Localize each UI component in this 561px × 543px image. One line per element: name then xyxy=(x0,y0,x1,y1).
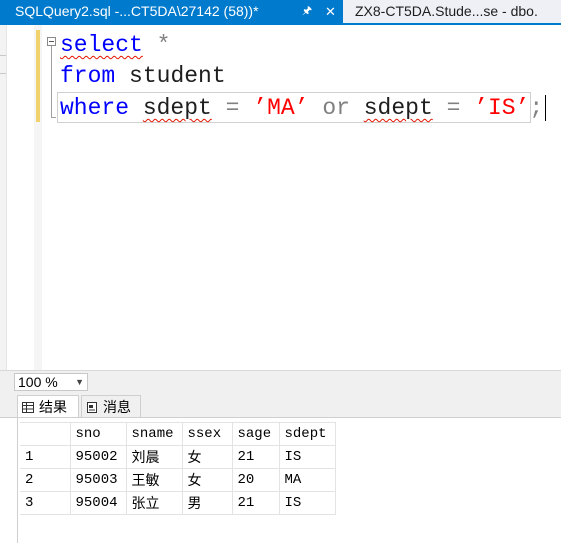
close-icon[interactable]: ✕ xyxy=(325,0,336,23)
cell-sage[interactable]: 21 xyxy=(231,491,280,515)
column-header-sdept[interactable]: sdept xyxy=(278,422,336,446)
outline-line xyxy=(51,46,52,118)
tab-results-label: 结果 xyxy=(39,400,67,416)
results-grid[interactable]: sno sname ssex sage sdept 1 95002 刘晨 女 2… xyxy=(20,422,336,515)
tab-sqlquery2-label: SQLQuery2.sql -...CT5DA\27142 (58))* xyxy=(15,3,259,19)
results-grid-area: sno sname ssex sage sdept 1 95002 刘晨 女 2… xyxy=(0,418,561,543)
cell-sno[interactable]: 95004 xyxy=(69,491,127,515)
keyword-from: from xyxy=(60,63,116,89)
text-cursor xyxy=(545,94,547,121)
tab-results[interactable]: 结果 xyxy=(17,395,79,417)
table-name: student xyxy=(129,63,226,89)
keyword-where: where xyxy=(60,95,130,121)
keyword-or: or xyxy=(322,95,350,121)
string-literal: ’IS’ xyxy=(474,95,530,121)
cell-ssex[interactable]: 男 xyxy=(181,491,233,515)
tab-sqlquery2[interactable]: SQLQuery2.sql -...CT5DA\27142 (58))* 🖈 ✕ xyxy=(0,0,343,23)
cell-sname[interactable]: 刘晨 xyxy=(125,445,183,469)
tab-student-table[interactable]: ZX8-CT5DA.Stude...se - dbo. xyxy=(345,0,561,23)
column-header-sno[interactable]: sno xyxy=(69,422,127,446)
operator-equals: = xyxy=(446,95,461,121)
header-row: sno sname ssex sage sdept xyxy=(20,422,336,446)
cell-sdept[interactable]: MA xyxy=(278,468,336,492)
column-header-ssex[interactable]: ssex xyxy=(181,422,233,446)
query-editor[interactable]: select * from student where sdept = ’MA’… xyxy=(0,25,561,370)
keyword-select: select xyxy=(60,32,143,58)
column-sdept: sdept xyxy=(363,95,433,121)
tab-messages-label: 消息 xyxy=(103,400,131,416)
edge-mark xyxy=(0,73,6,74)
zoom-value: 100 % xyxy=(18,374,58,390)
code-line-2: from student xyxy=(60,61,226,91)
cell-sdept[interactable]: IS xyxy=(278,491,336,515)
cell-ssex[interactable]: 女 xyxy=(181,445,233,469)
row-header-corner[interactable] xyxy=(20,422,71,446)
code-line-1: select * xyxy=(60,30,170,60)
row-number[interactable]: 2 xyxy=(20,468,71,492)
cell-sage[interactable]: 21 xyxy=(231,445,280,469)
cell-sno[interactable]: 95002 xyxy=(69,445,127,469)
row-number[interactable]: 1 xyxy=(20,445,71,469)
document-tab-bar: SQLQuery2.sql -...CT5DA\27142 (58))* 🖈 ✕… xyxy=(0,0,561,25)
table-row[interactable]: 1 95002 刘晨 女 21 IS xyxy=(20,445,336,469)
cell-sno[interactable]: 95003 xyxy=(69,468,127,492)
change-indicator-bar xyxy=(36,30,40,122)
cell-ssex[interactable]: 女 xyxy=(181,468,233,492)
column-header-sname[interactable]: sname xyxy=(125,422,183,446)
chevron-down-icon[interactable]: ▼ xyxy=(75,374,84,390)
message-icon xyxy=(87,401,97,413)
row-number[interactable]: 3 xyxy=(20,491,71,515)
string-literal: ’MA’ xyxy=(253,95,309,121)
results-tab-bar: 结果 消息 xyxy=(0,392,561,418)
asterisk: * xyxy=(142,32,171,58)
column-sdept: sdept xyxy=(142,95,212,121)
operator-equals: = xyxy=(225,95,240,121)
cell-sdept[interactable]: IS xyxy=(278,445,336,469)
pin-icon[interactable]: 🖈 xyxy=(302,0,312,23)
cell-sname[interactable]: 张立 xyxy=(125,491,183,515)
tab-student-table-label: ZX8-CT5DA.Stude...se - dbo. xyxy=(355,3,538,19)
table-row[interactable]: 3 95004 张立 男 21 IS xyxy=(20,491,336,515)
outline-line-end xyxy=(51,117,56,118)
table-row[interactable]: 2 95003 王敏 女 20 MA xyxy=(20,468,336,492)
cell-sage[interactable]: 20 xyxy=(231,468,280,492)
grid-icon xyxy=(22,401,34,413)
code-line-3: where sdept = ’MA’ or sdept = ’IS’; xyxy=(60,93,547,123)
tab-messages[interactable]: 消息 xyxy=(81,395,141,417)
column-header-sage[interactable]: sage xyxy=(231,422,280,446)
zoom-select[interactable]: 100 % ▼ xyxy=(14,373,88,391)
edge-mark xyxy=(0,55,6,56)
editor-left-edge xyxy=(0,25,7,370)
semicolon: ; xyxy=(529,95,544,121)
cell-sname[interactable]: 王敏 xyxy=(125,468,183,492)
zoom-bar: 100 % ▼ xyxy=(0,370,561,392)
collapse-icon[interactable] xyxy=(47,37,56,46)
